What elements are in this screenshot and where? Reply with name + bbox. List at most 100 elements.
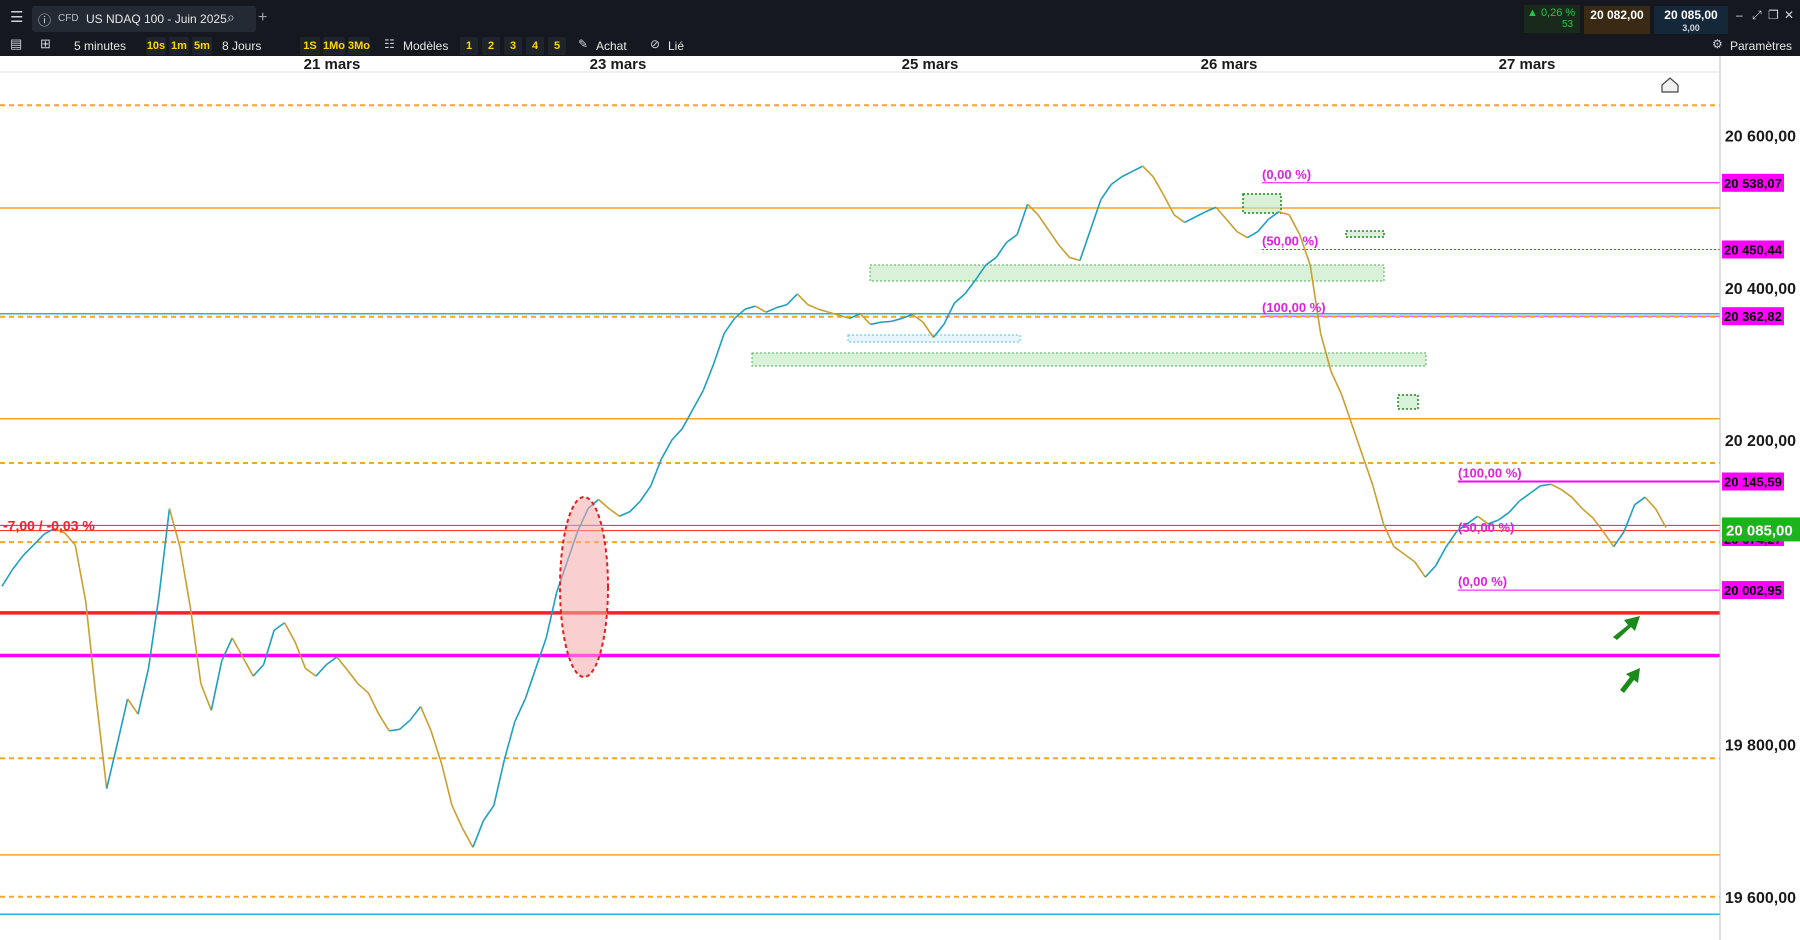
minimize-icon[interactable]: – (1736, 8, 1743, 22)
layout-icon[interactable]: ⊞ (40, 36, 51, 52)
price-segment (315, 664, 328, 677)
model-slot-5[interactable]: 5 (548, 37, 566, 55)
timeframe-select[interactable]: 5 minutes (74, 36, 126, 56)
bid-price: 20 082,00 (1590, 8, 1644, 22)
settings-button[interactable]: Paramètres (1730, 36, 1792, 56)
models-icon[interactable]: ☷ (384, 37, 395, 51)
fib-label: (100,00 %) (1262, 300, 1326, 315)
price-segment (346, 669, 359, 685)
price-segment (1027, 203, 1039, 216)
range-1s-button[interactable]: 1S (300, 37, 320, 55)
price-segment (1184, 216, 1196, 224)
price-segment (1445, 530, 1458, 548)
linked-button[interactable]: Lié (668, 36, 684, 56)
range-1mo-button[interactable]: 1Mo (323, 37, 345, 55)
price-segment (179, 546, 192, 608)
price-segment (242, 656, 254, 677)
level-tag-text: 20 538,07 (1724, 176, 1782, 191)
price-segment (881, 320, 892, 323)
price-segment (168, 508, 181, 547)
info-circle-icon[interactable]: ⓘ (38, 10, 51, 29)
price-segment (692, 390, 704, 411)
price-segment (639, 485, 652, 502)
price-segment (116, 698, 129, 745)
change-annotation: -7,00 / -0,03 % (3, 517, 95, 533)
fib-label: (0,00 %) (1262, 167, 1311, 182)
cfd-badge: CFD (58, 13, 79, 24)
price-segment (985, 256, 997, 266)
price-segment (995, 241, 1008, 258)
price-segment (1236, 230, 1248, 239)
close-icon[interactable]: ✕ (1784, 8, 1794, 22)
price-segment (796, 293, 809, 306)
search-icon[interactable]: ⌕ (227, 9, 235, 26)
link-icon[interactable]: ⊘ (650, 37, 660, 51)
popout-icon[interactable]: ❐ (1768, 8, 1779, 22)
price-segment (11, 555, 24, 570)
model-slot-1[interactable]: 1 (460, 37, 478, 55)
arrow-marker-2 (1620, 668, 1640, 693)
price-segment (1623, 504, 1636, 532)
price-segment (1142, 165, 1154, 178)
price-segment (419, 706, 432, 732)
price-segment (283, 622, 296, 643)
price-segment (723, 317, 736, 335)
price-segment (1047, 229, 1060, 246)
x-tick-label: 23 mars (590, 56, 647, 73)
price-segment (147, 596, 160, 669)
model-slot-3[interactable]: 3 (504, 37, 522, 55)
buy-icon[interactable]: ✎ (578, 37, 588, 51)
model-slot-2[interactable]: 2 (482, 37, 500, 55)
instrument-name: US NDAQ 100 - Juin 2025 (86, 12, 227, 26)
price-segment (1225, 218, 1238, 233)
price-segment (1037, 214, 1050, 231)
menu-icon[interactable]: ☰ (10, 8, 23, 26)
price-segment (472, 820, 485, 848)
price-segment (357, 683, 369, 694)
bid-button[interactable]: 20 082,00 (1584, 6, 1650, 34)
add-tab-button[interactable]: + (258, 8, 267, 28)
price-segment (493, 759, 506, 806)
price-segment (1288, 214, 1301, 235)
spread-value: 3,00 (1682, 23, 1700, 33)
price-segment (912, 313, 924, 323)
expand-icon[interactable]: ⤢ (1752, 8, 1762, 23)
price-segment (755, 305, 767, 313)
price-segment (1654, 508, 1667, 529)
ask-button[interactable]: 20 085,00 3,00 (1654, 6, 1728, 34)
price-segment (1340, 394, 1353, 426)
price-segment (1613, 530, 1625, 548)
title-bar: ☰ ⓘ CFD US NDAQ 100 - Juin 2025 ⌕ + ▲ 0,… (0, 0, 1800, 37)
model-slot-4[interactable]: 4 (526, 37, 544, 55)
interval-10s-button[interactable]: 10s (146, 37, 166, 55)
price-segment (200, 683, 213, 711)
price-segment (1131, 165, 1144, 173)
price-segment (1089, 199, 1102, 231)
price-chart[interactable]: 21 mars 23 mars 25 mars 26 mars 27 mars 20 6… (0, 56, 1800, 940)
price-segment (503, 721, 516, 760)
interval-1m-button[interactable]: 1m (169, 37, 189, 55)
price-segment (1100, 183, 1112, 201)
range-3mo-button[interactable]: 3Mo (348, 37, 370, 55)
x-tick-label: 21 mars (304, 56, 361, 73)
price-segment (221, 637, 233, 662)
interval-5m-button[interactable]: 5m (192, 37, 212, 55)
price-segment (859, 313, 872, 325)
price-segment (524, 668, 537, 700)
zone-1 (869, 264, 1385, 282)
buy-button[interactable]: Achat (596, 36, 627, 56)
alert-bell[interactable] (1661, 77, 1679, 93)
price-segment (1602, 530, 1615, 548)
instrument-tab[interactable]: ⓘ CFD US NDAQ 100 - Juin 2025 ⌕ (32, 6, 256, 32)
y-tick-label: 20 400,00 (1725, 281, 1796, 298)
price-segment (818, 308, 829, 314)
arrow-icon (1620, 668, 1640, 693)
list-icon[interactable]: ▤ (10, 36, 22, 52)
range-select[interactable]: 8 Jours (222, 36, 261, 56)
price-segment (1592, 517, 1604, 532)
models-button[interactable]: Modèles (403, 36, 448, 56)
level-tag-text: 20 002,95 (1724, 583, 1782, 598)
settings-gear-icon[interactable]: ⚙ (1712, 37, 1723, 51)
price-segment (399, 719, 411, 730)
price-segment (1121, 170, 1133, 178)
